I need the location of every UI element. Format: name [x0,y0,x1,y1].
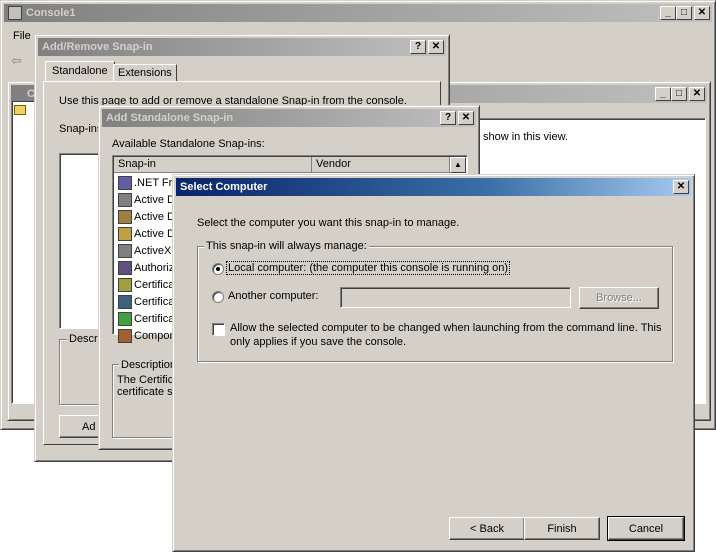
folder-icon [14,105,26,115]
snapins-label: Snap-ins [59,123,103,135]
local-computer-label-text: Local computer: (the computer this conso… [228,262,509,274]
menu-file[interactable]: File [13,30,31,42]
snapin-list-item-label: Certifica [134,278,175,291]
snapin-icon [118,226,132,241]
tab-extensions-label: Extensions [118,67,172,79]
add-button-label: Ad [82,420,96,433]
back-arrow-icon[interactable]: ⇦ [11,53,22,69]
column-header-snapin-label: Snap-in [118,158,156,170]
description-text-2: certificate st [117,386,176,398]
snapin-list-item-label: Active D [134,193,175,206]
help-button[interactable]: ? [410,40,426,54]
snapin-icon [118,243,132,258]
description-text-1: The Certifica [117,374,180,386]
inner-close-button[interactable]: ✕ [689,87,705,101]
allow-change-label-1[interactable]: Allow the selected computer to be change… [230,322,662,334]
inner-maximize-button[interactable]: □ [671,87,687,101]
snapin-list-item-label: .NET Fr [134,176,173,189]
tab-standalone-label: Standalone [52,65,108,77]
snapin-list-item-label: Authoriz [134,261,175,274]
snapin-icon [118,209,132,224]
close-button[interactable]: ✕ [673,180,689,194]
close-button[interactable]: ✕ [694,6,710,20]
console-right-text: show in this view. [483,131,568,143]
another-computer-label[interactable]: Another computer: [228,290,319,302]
add-remove-title-bar: Add/Remove Snap-in ? ✕ [38,38,446,56]
column-header-vendor[interactable]: Vendor [312,157,450,173]
cancel-button[interactable]: Cancel [607,516,685,541]
browse-button[interactable]: Browse... [579,287,659,309]
help-button[interactable]: ? [440,111,456,125]
select-computer-dialog: Select Computer ✕ Select the computer yo… [172,174,695,552]
snapin-icon [118,294,132,309]
allow-change-label-2[interactable]: only applies if you save the console. [230,336,406,348]
finish-button-label: Finish [547,522,577,535]
add-standalone-title-bar: Add Standalone Snap-in ? ✕ [102,109,476,127]
allow-change-checkbox[interactable] [212,323,225,336]
snapin-icon [118,192,132,207]
tab-extensions[interactable]: Extensions [113,64,177,81]
snapin-list-item-label: Compon [134,329,176,342]
snapin-icon [118,260,132,275]
snapin-list-item-label: ActiveX [134,244,172,257]
close-button[interactable]: ✕ [428,40,444,54]
console-title-bar: Console1 _ □ ✕ [4,4,712,22]
snapin-icon [118,175,132,190]
local-computer-label[interactable]: Local computer: (the computer this conso… [225,261,511,275]
add-standalone-title: Add Standalone Snap-in [106,112,234,124]
snapin-list-item-label: Certifica [134,312,175,325]
local-computer-radio[interactable] [212,263,224,275]
description-label: Description [119,359,179,371]
column-header-snapin[interactable]: Snap-in [114,157,312,173]
snapin-icon [118,328,132,343]
scrollbar-up-button[interactable]: ▲ [450,157,466,173]
another-computer-radio[interactable] [212,291,224,303]
another-computer-input[interactable] [340,287,571,308]
available-snapins-label: Available Standalone Snap-ins: [112,138,265,150]
minimize-button[interactable]: _ [660,6,676,20]
manage-group-label: This snap-in will always manage: [204,240,369,252]
snapin-list-item-label: Active D [134,227,175,240]
snapin-icon [118,311,132,326]
select-computer-title-bar: Select Computer ✕ [176,178,691,196]
console-title: Console1 [26,7,76,19]
console-app-icon [8,6,22,20]
maximize-button[interactable]: □ [676,6,692,20]
snapin-icon [118,277,132,292]
tab-standalone[interactable]: Standalone [45,61,115,81]
column-header-vendor-label: Vendor [316,158,351,170]
close-button[interactable]: ✕ [458,111,474,125]
inner-minimize-button[interactable]: _ [655,87,671,101]
snapin-list-item-label: Certifica [134,295,175,308]
cancel-button-label: Cancel [628,522,664,535]
browse-button-label: Browse... [596,292,642,304]
snapin-list-item-label: Active D [134,210,175,223]
finish-button[interactable]: Finish [524,517,600,540]
add-remove-title: Add/Remove Snap-in [42,41,153,53]
select-computer-title: Select Computer [180,181,268,193]
instruction-text: Select the computer you want this snap-i… [197,217,460,229]
radio-dot [216,267,220,271]
back-button[interactable]: < Back [449,517,525,540]
description-label: Descri [67,333,103,345]
back-button-label: < Back [470,522,504,535]
